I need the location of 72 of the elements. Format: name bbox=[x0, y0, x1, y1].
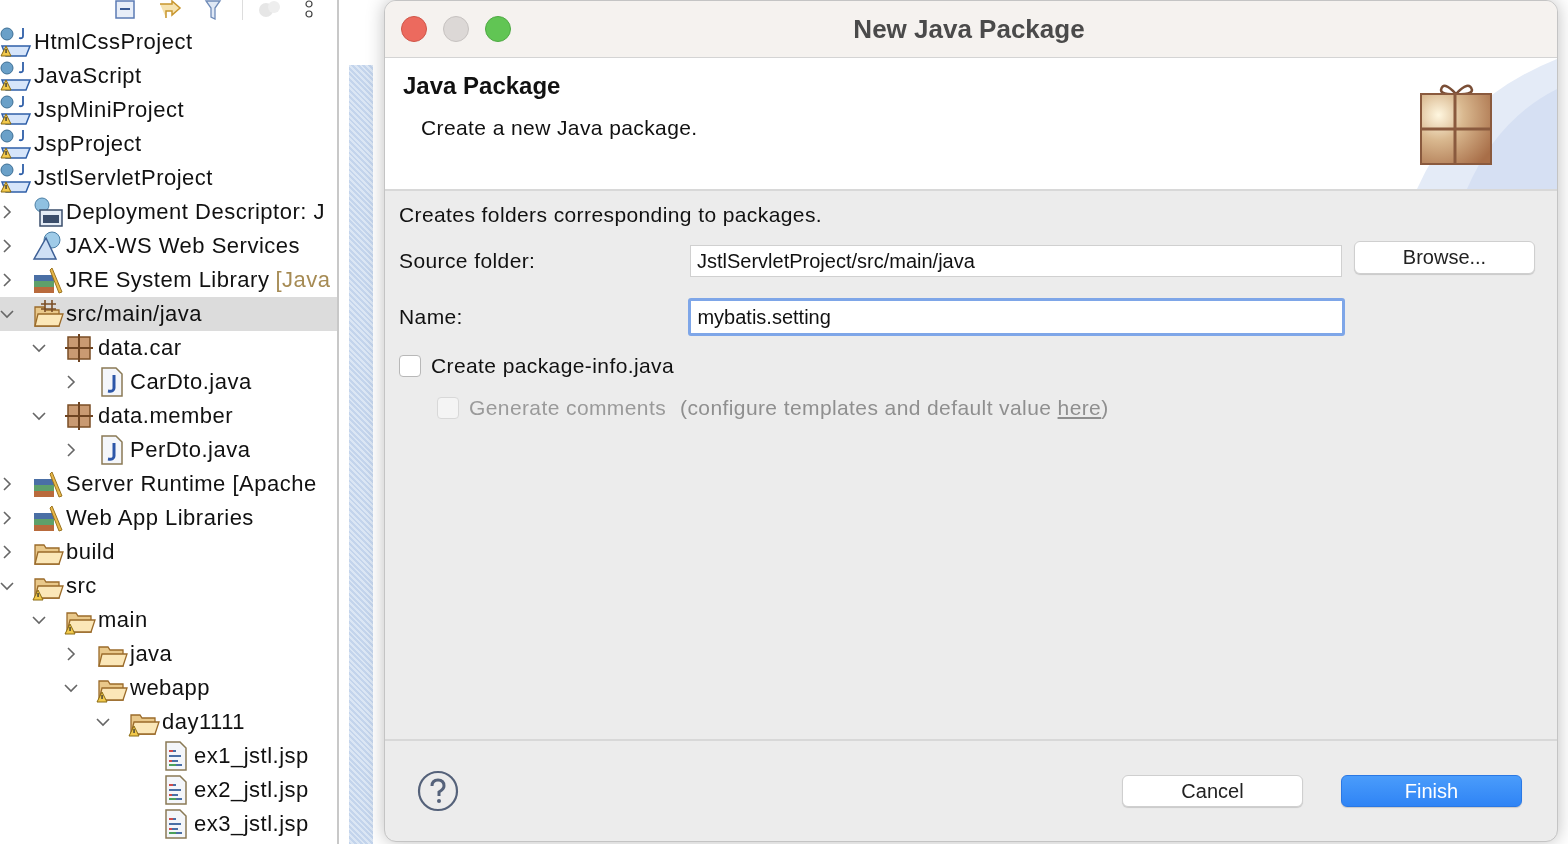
filter-icon[interactable] bbox=[204, 0, 222, 20]
hint-text: ) bbox=[1101, 396, 1109, 420]
tree-item[interactable]: day1111 bbox=[0, 705, 337, 739]
tree-item[interactable]: CarDto.java bbox=[0, 365, 337, 399]
hint-text: (configure templates and default value bbox=[680, 396, 1053, 420]
arrows-icon[interactable] bbox=[158, 0, 184, 20]
project-icon bbox=[0, 162, 32, 194]
package-icon bbox=[64, 332, 96, 364]
checkbox-label: Create package-info.java bbox=[431, 354, 675, 378]
tree-item[interactable]: main bbox=[0, 603, 337, 637]
dialog-button[interactable]: Cancel bbox=[1122, 775, 1303, 807]
tree-item[interactable]: Web App Libraries bbox=[0, 501, 337, 535]
tree-item[interactable]: ex3_jstl.jsp bbox=[0, 807, 337, 841]
help-icon[interactable] bbox=[417, 770, 459, 812]
chevron-right-icon[interactable] bbox=[0, 511, 14, 525]
menu-icon[interactable] bbox=[303, 0, 315, 20]
chevron-down-icon[interactable] bbox=[64, 681, 78, 695]
tree-item[interactable]: Server Runtime [Apache bbox=[0, 467, 337, 501]
tree-item[interactable]: ex1_jstl.jsp bbox=[0, 739, 337, 773]
tree-item[interactable]: java bbox=[0, 637, 337, 671]
project-icon bbox=[0, 94, 32, 126]
chevron-down-icon[interactable] bbox=[32, 613, 46, 627]
tree-item[interactable]: webapp bbox=[0, 671, 337, 705]
project-icon bbox=[0, 128, 32, 160]
tree-item[interactable]: Deployment Descriptor: J bbox=[0, 195, 337, 229]
chevron-right-icon[interactable] bbox=[64, 647, 78, 661]
page-title: Java Package bbox=[403, 72, 562, 100]
page-message: Create a new Java package. bbox=[420, 116, 699, 140]
chevron-down-icon[interactable] bbox=[32, 341, 46, 355]
globe-icon bbox=[32, 230, 64, 262]
tree-item[interactable]: JspProject bbox=[0, 127, 337, 161]
checkbox-label: Generate comments bbox=[469, 396, 667, 420]
tree-item[interactable]: JstlServletProject bbox=[0, 161, 337, 195]
tree-item[interactable]: ex2_jstl.jsp bbox=[0, 773, 337, 807]
project-icon bbox=[0, 26, 32, 58]
tree-item[interactable]: HtmlCssProject bbox=[0, 25, 337, 59]
package-folder-icon bbox=[32, 298, 64, 330]
tree-item[interactable]: build bbox=[0, 535, 337, 569]
chevron-down-icon[interactable] bbox=[96, 715, 110, 729]
tree-item[interactable]: JspMiniProject bbox=[0, 93, 337, 127]
tree-item[interactable]: JavaScript bbox=[0, 59, 337, 93]
descriptor-icon bbox=[32, 196, 64, 228]
input-field[interactable]: JstlServletProject/src/main/java bbox=[690, 245, 1342, 277]
chevron-right-icon[interactable] bbox=[0, 205, 14, 219]
chevron-down-icon[interactable] bbox=[0, 579, 14, 593]
tree-item[interactable]: data.member bbox=[0, 399, 337, 433]
input-field[interactable]: mybatis.setting bbox=[688, 298, 1345, 336]
decoration-label: [Java bbox=[275, 267, 331, 293]
chevron-down-icon[interactable] bbox=[32, 409, 46, 423]
chevron-right-icon[interactable] bbox=[0, 545, 14, 559]
tree-item[interactable]: src/main/java bbox=[0, 297, 337, 331]
package-icon bbox=[64, 400, 96, 432]
field-label: Source folder: bbox=[399, 249, 537, 273]
browse-button[interactable]: Browse... bbox=[1354, 240, 1535, 274]
chevron-down-icon[interactable] bbox=[0, 307, 14, 321]
close-button[interactable] bbox=[401, 16, 427, 42]
tree-item[interactable]: data.car bbox=[0, 331, 337, 365]
tree-item[interactable]: src bbox=[0, 569, 337, 603]
chevron-right-icon[interactable] bbox=[64, 375, 78, 389]
chevron-right-icon[interactable] bbox=[0, 477, 14, 491]
collapse-all-icon[interactable] bbox=[114, 0, 138, 20]
chevron-right-icon[interactable] bbox=[0, 239, 14, 253]
tree-item[interactable]: PerDto.java bbox=[0, 433, 337, 467]
checkbox[interactable] bbox=[399, 355, 421, 377]
tree-item[interactable]: JAX-WS Web Services bbox=[0, 229, 337, 263]
description-text: Creates folders corresponding to packages. bbox=[399, 203, 824, 228]
chevron-right-icon[interactable] bbox=[0, 273, 14, 287]
field-label: Name: bbox=[399, 305, 464, 329]
window-title: New Java Package bbox=[852, 13, 1086, 45]
tree-item[interactable]: JRE System Library [Java bbox=[0, 263, 337, 297]
project-icon bbox=[0, 60, 32, 92]
chevron-right-icon[interactable] bbox=[64, 443, 78, 457]
